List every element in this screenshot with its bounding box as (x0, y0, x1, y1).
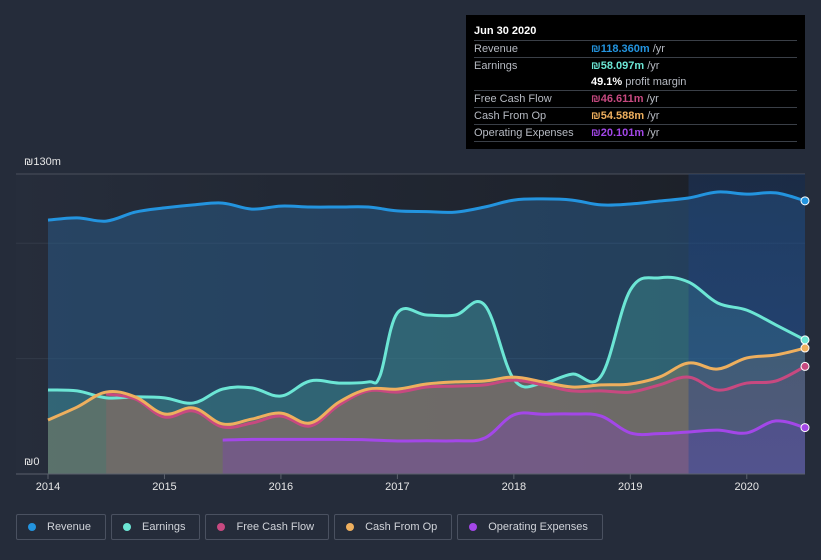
free-cash-flow-end-marker[interactable] (800, 361, 810, 371)
legend-label: Earnings (142, 521, 186, 533)
earnings-end-marker[interactable] (800, 335, 810, 345)
tooltip-row: Cash From Op ₪54.588m /yr (474, 107, 797, 124)
x-tick-label: 2018 (501, 481, 527, 493)
legend-label: Free Cash Flow (236, 521, 315, 533)
tooltip-value: ₪46.611m /yr (591, 93, 659, 105)
tooltip-date: Jun 30 2020 (474, 25, 537, 37)
x-tick-label: 2020 (734, 481, 759, 493)
tooltip-label (474, 74, 591, 90)
legend-item-cash-from-op[interactable]: Cash From Op (334, 514, 453, 540)
highlight-range (688, 174, 805, 474)
legend-label: Operating Expenses (488, 521, 588, 533)
operating-expenses-end-marker[interactable] (800, 423, 810, 433)
x-tick-label: 2014 (35, 481, 61, 493)
y-axis-min-label: ₪0 (24, 456, 40, 468)
tooltip-label: Cash From Op (474, 110, 547, 122)
legend-item-operating-expenses[interactable]: Operating Expenses (457, 514, 603, 540)
tooltip-row: Earnings ₪58.097m /yr (474, 57, 797, 74)
x-tick-label: 2019 (618, 481, 643, 493)
tooltip-label: Revenue (474, 43, 519, 55)
legend: Revenue Earnings Free Cash Flow Cash From O… (16, 514, 603, 540)
legend-dot-icon (346, 523, 355, 531)
tooltip-value: ₪54.588m /yr (591, 110, 660, 122)
legend-dot-icon (469, 523, 478, 531)
tooltip-row: Operating Expenses ₪20.101m /yr (474, 124, 797, 142)
tooltip-label: Free Cash Flow (474, 93, 552, 105)
x-tick-label: 2015 (152, 481, 177, 493)
legend-label: Cash From Op (365, 521, 438, 533)
legend-item-revenue[interactable]: Revenue (16, 514, 107, 540)
tooltip-label: Operating Expenses (474, 127, 574, 139)
tooltip-label: Earnings (474, 60, 518, 72)
tooltip-value: ₪58.097m /yr (591, 60, 660, 72)
x-tick-label: 2016 (268, 481, 294, 493)
tooltip-value: ₪118.360m /yr (591, 43, 665, 55)
legend-label: Revenue (47, 521, 92, 533)
x-tick-label: 2017 (385, 481, 410, 493)
cash-from-op-end-marker[interactable] (800, 343, 810, 353)
tooltip-row: Revenue ₪118.360m /yr (474, 40, 797, 57)
legend-item-earnings[interactable]: Earnings (111, 514, 201, 540)
tooltip-row: 49.1% profit margin (474, 74, 797, 90)
legend-item-free-cash-flow[interactable]: Free Cash Flow (205, 514, 330, 540)
tooltip-value: ₪20.101m /yr (591, 127, 660, 139)
tooltip-row: Free Cash Flow ₪46.611m /yr (474, 90, 797, 107)
y-axis-max-label: ₪130m (24, 156, 61, 168)
tooltip-value: 49.1% profit margin (591, 76, 687, 88)
legend-dot-icon (28, 523, 36, 531)
legend-dot-icon (217, 523, 226, 531)
tooltip: Jun 30 2020 Revenue ₪118.360m /yr Earnings… (466, 15, 805, 149)
revenue-end-marker[interactable] (800, 196, 810, 206)
legend-dot-icon (123, 523, 132, 531)
